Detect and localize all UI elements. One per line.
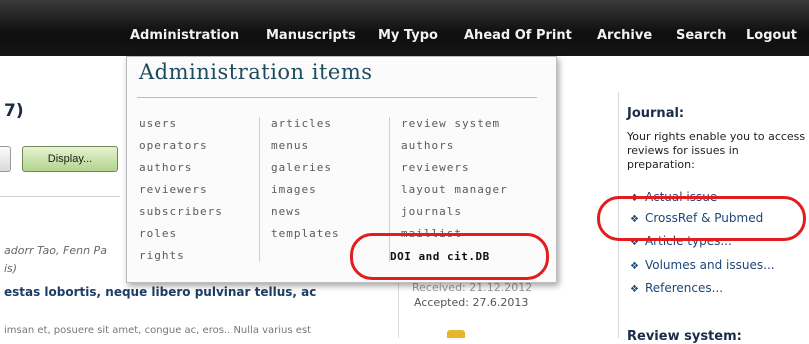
- article-authors: adorr Tao, Fenn Pa: [4, 244, 107, 257]
- column-separator: [259, 117, 260, 262]
- menu-item-system-reviewers[interactable]: reviewers: [401, 161, 508, 183]
- menu-item-journals[interactable]: journals: [401, 205, 508, 227]
- menu-item-galeries[interactable]: galeries: [271, 161, 340, 183]
- dropdown-column-users: users operators authors reviewers subscr…: [139, 117, 223, 271]
- article-title-link[interactable]: estas lobortis, neque libero pulvinar te…: [4, 285, 316, 299]
- divider: [0, 196, 120, 197]
- dropdown-divider: [137, 97, 537, 98]
- nav-administration[interactable]: Administration: [130, 28, 239, 43]
- menu-item-authors[interactable]: authors: [139, 161, 223, 183]
- sidebar-link-volumes-issues[interactable]: ❖ Volumes and issues...: [630, 258, 775, 272]
- diamond-bullet-icon: ❖: [630, 284, 639, 295]
- sidebar-link-references[interactable]: ❖ References...: [630, 281, 723, 295]
- article-abstract: imsan et, posuere sit amet, congue ac, e…: [4, 325, 312, 336]
- nav-archive[interactable]: Archive: [597, 28, 652, 43]
- rights-description: Your rights enable you to access reviews…: [627, 130, 806, 171]
- menu-item-reviewers[interactable]: reviewers: [139, 183, 223, 205]
- article-authors-continued: is): [4, 262, 18, 275]
- sidebar-link-label: References...: [644, 281, 724, 295]
- menu-item-roles[interactable]: roles: [139, 227, 223, 249]
- menu-item-news[interactable]: news: [271, 205, 340, 227]
- nav-manuscripts[interactable]: Manuscripts: [266, 28, 356, 43]
- display-button[interactable]: Display...: [22, 146, 118, 172]
- annotation-oval-doi: [350, 233, 549, 280]
- accepted-date: Accepted: 27.6.2013: [414, 296, 529, 309]
- nav-logout[interactable]: Logout: [746, 28, 797, 43]
- secondary-button[interactable]: [0, 146, 11, 172]
- menu-item-review-system[interactable]: review system: [401, 117, 508, 139]
- menu-item-layout-manager[interactable]: layout manager: [401, 183, 508, 205]
- annotation-oval-crossref: [597, 196, 806, 241]
- menu-item-users[interactable]: users: [139, 117, 223, 139]
- folder-icon: [447, 330, 465, 338]
- page-title: 7): [4, 101, 24, 121]
- menu-item-menus[interactable]: menus: [271, 139, 340, 161]
- menu-item-system-authors[interactable]: authors: [401, 139, 508, 161]
- column-divider: [398, 276, 399, 338]
- menu-item-templates[interactable]: templates: [271, 227, 340, 249]
- review-system-heading: Review system:: [627, 329, 742, 344]
- menu-item-articles[interactable]: articles: [271, 117, 340, 139]
- dropdown-title: Administration items: [139, 60, 373, 84]
- diamond-bullet-icon: ❖: [630, 261, 639, 272]
- dropdown-column-content: articles menus galeries images news temp…: [271, 117, 340, 249]
- nav-ahead-of-print[interactable]: Ahead Of Print: [464, 28, 572, 43]
- sidebar-link-label: Volumes and issues...: [644, 258, 775, 272]
- nav-search[interactable]: Search: [676, 28, 726, 43]
- top-nav-bar: Administration Manuscripts My Typo Ahead…: [0, 0, 809, 56]
- journal-heading: Journal:: [627, 106, 685, 121]
- nav-my-typo[interactable]: My Typo: [378, 28, 438, 43]
- menu-item-images[interactable]: images: [271, 183, 340, 205]
- dropdown-column-system: review system authors reviewers layout m…: [401, 117, 508, 249]
- menu-item-operators[interactable]: operators: [139, 139, 223, 161]
- menu-item-rights[interactable]: rights: [139, 249, 223, 271]
- menu-item-subscribers[interactable]: subscribers: [139, 205, 223, 227]
